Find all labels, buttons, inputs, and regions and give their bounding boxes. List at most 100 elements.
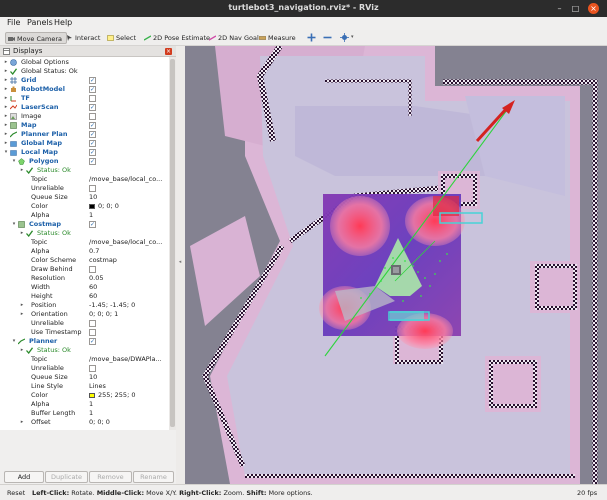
display-row[interactable]: ▸ TF: [0, 94, 169, 103]
display-checkbox[interactable]: [89, 337, 96, 346]
panel-close-icon[interactable]: ×: [165, 48, 172, 55]
display-row[interactable]: Use Timestamp: [0, 328, 169, 337]
interact-tool[interactable]: Interact: [64, 32, 100, 44]
display-row[interactable]: Topic/move_base/DWAPla...: [0, 355, 169, 364]
display-row[interactable]: Unreliable: [0, 364, 169, 373]
display-row-value[interactable]: 1: [89, 400, 93, 409]
display-checkbox[interactable]: [89, 139, 96, 148]
display-row-value[interactable]: 1: [89, 409, 93, 418]
display-row-value[interactable]: 0; 0; 0: [89, 418, 110, 427]
expand-arrow-icon[interactable]: ▸: [3, 85, 9, 94]
menu-help[interactable]: Help: [54, 18, 72, 27]
display-checkbox[interactable]: [89, 266, 96, 273]
menu-panels[interactable]: Panels: [27, 18, 53, 27]
expand-arrow-icon[interactable]: ▸: [3, 76, 9, 85]
expand-arrow-icon[interactable]: ▸: [3, 103, 9, 112]
display-checkbox[interactable]: [89, 121, 96, 130]
expand-arrow-icon[interactable]: ▸: [3, 121, 9, 130]
render-viewport[interactable]: [185, 46, 607, 484]
expand-arrow-icon[interactable]: ▸: [3, 67, 9, 76]
display-row[interactable]: Alpha 1: [0, 211, 169, 220]
display-checkbox[interactable]: [89, 157, 96, 166]
expand-arrow-icon[interactable]: ▸: [19, 418, 25, 427]
expand-arrow-icon[interactable]: ▸: [3, 112, 9, 121]
move-camera-tool[interactable]: Move Camera: [5, 32, 68, 44]
display-row-value[interactable]: /move_base/DWAPla...: [89, 355, 162, 364]
display-row-value[interactable]: 10: [89, 193, 97, 202]
display-row[interactable]: ▸ Map: [0, 121, 169, 130]
display-row-value[interactable]: 10: [89, 373, 97, 382]
display-row-value[interactable]: costmap: [89, 256, 117, 265]
display-checkbox[interactable]: [89, 130, 96, 139]
display-row[interactable]: ▾ Polygon: [0, 157, 169, 166]
pose-estimate-tool[interactable]: 2D Pose Estimate: [142, 32, 210, 44]
display-row-value[interactable]: /move_base/local_co...: [89, 238, 162, 247]
display-row-value[interactable]: 60: [89, 283, 97, 292]
add-button[interactable]: Add: [4, 471, 44, 483]
measure-tool[interactable]: Measure: [257, 32, 296, 44]
display-checkbox[interactable]: [89, 329, 96, 336]
display-row-value[interactable]: /move_base/local_co...: [89, 175, 162, 184]
color-swatch[interactable]: [89, 393, 95, 398]
display-row[interactable]: Resolution 0.05: [0, 274, 169, 283]
display-row[interactable]: ▸ Status: Ok: [0, 229, 169, 238]
expand-arrow-icon[interactable]: ▸: [19, 310, 25, 319]
remove-button[interactable]: Remove: [89, 471, 132, 483]
display-row[interactable]: ▸ Global Status: Ok: [0, 67, 169, 76]
display-row[interactable]: ▾ Costmap: [0, 220, 169, 229]
display-checkbox[interactable]: [89, 365, 96, 372]
display-checkbox[interactable]: [89, 103, 96, 112]
display-row-value[interactable]: 0.05: [89, 274, 103, 283]
display-row[interactable]: ▸ Global Map: [0, 139, 169, 148]
tool-dropdown-icon[interactable]: ▾: [351, 34, 354, 40]
tool-properties-icon[interactable]: [340, 33, 349, 42]
close-icon[interactable]: ×: [588, 3, 599, 14]
expand-arrow-icon[interactable]: ▸: [19, 166, 25, 175]
add-tool-icon[interactable]: [307, 33, 316, 42]
expand-arrow-icon[interactable]: ▸: [3, 58, 9, 67]
collapse-arrow-icon[interactable]: ▾: [3, 148, 9, 157]
display-checkbox[interactable]: [89, 320, 96, 327]
expand-arrow-icon[interactable]: ▸: [3, 130, 9, 139]
tree-scrollbar[interactable]: [169, 57, 176, 430]
display-row-value[interactable]: Lines: [89, 382, 106, 391]
maximize-icon[interactable]: □: [570, 3, 581, 14]
nav-goal-tool[interactable]: 2D Nav Goal: [207, 32, 259, 44]
display-checkbox[interactable]: [89, 113, 96, 120]
display-checkbox[interactable]: [89, 85, 96, 94]
display-row[interactable]: ▸ Orientation 0; 0; 0; 1: [0, 310, 169, 319]
display-row-value[interactable]: 1: [89, 211, 93, 220]
display-row[interactable]: ▸ Status: Ok: [0, 346, 169, 355]
display-row[interactable]: ▸ Image: [0, 112, 169, 121]
duplicate-button[interactable]: Duplicate: [45, 471, 88, 483]
display-row[interactable]: Topic/move_base/local_co...: [0, 175, 169, 184]
display-row[interactable]: Buffer Length 1: [0, 409, 169, 418]
display-row[interactable]: ▸ Planner Plan: [0, 130, 169, 139]
display-row[interactable]: Unreliable: [0, 184, 169, 193]
display-row[interactable]: Alpha 0.7: [0, 247, 169, 256]
display-row[interactable]: ▾ Planner: [0, 337, 169, 346]
display-row[interactable]: Topic/move_base/local_co...: [0, 238, 169, 247]
minimize-icon[interactable]: –: [554, 3, 565, 14]
expand-arrow-icon[interactable]: ▸: [3, 139, 9, 148]
display-row[interactable]: Color 0; 0; 0: [0, 202, 169, 211]
display-row[interactable]: ▸ LaserScan: [0, 103, 169, 112]
display-row[interactable]: Width 60: [0, 283, 169, 292]
display-row[interactable]: ▸ Position -1.45; -1.45; 0: [0, 301, 169, 310]
select-tool[interactable]: Select: [105, 32, 136, 44]
display-checkbox[interactable]: [89, 95, 96, 102]
display-row-value[interactable]: -1.45; -1.45; 0: [89, 301, 135, 310]
display-checkbox[interactable]: [89, 185, 96, 192]
color-swatch[interactable]: [89, 204, 95, 209]
rename-button[interactable]: Rename: [133, 471, 174, 483]
display-row[interactable]: ▸ Global Options: [0, 58, 169, 67]
reset-button[interactable]: Reset: [7, 489, 25, 497]
display-checkbox[interactable]: [89, 148, 96, 157]
display-row[interactable]: Draw Behind: [0, 265, 169, 274]
remove-tool-icon[interactable]: [323, 33, 332, 42]
display-row-value[interactable]: 0; 0; 0: [98, 202, 119, 211]
expand-arrow-icon[interactable]: ▸: [19, 301, 25, 310]
display-row-value[interactable]: 60: [89, 292, 97, 301]
collapse-arrow-icon[interactable]: ▾: [11, 220, 17, 229]
expand-arrow-icon[interactable]: ▸: [3, 94, 9, 103]
